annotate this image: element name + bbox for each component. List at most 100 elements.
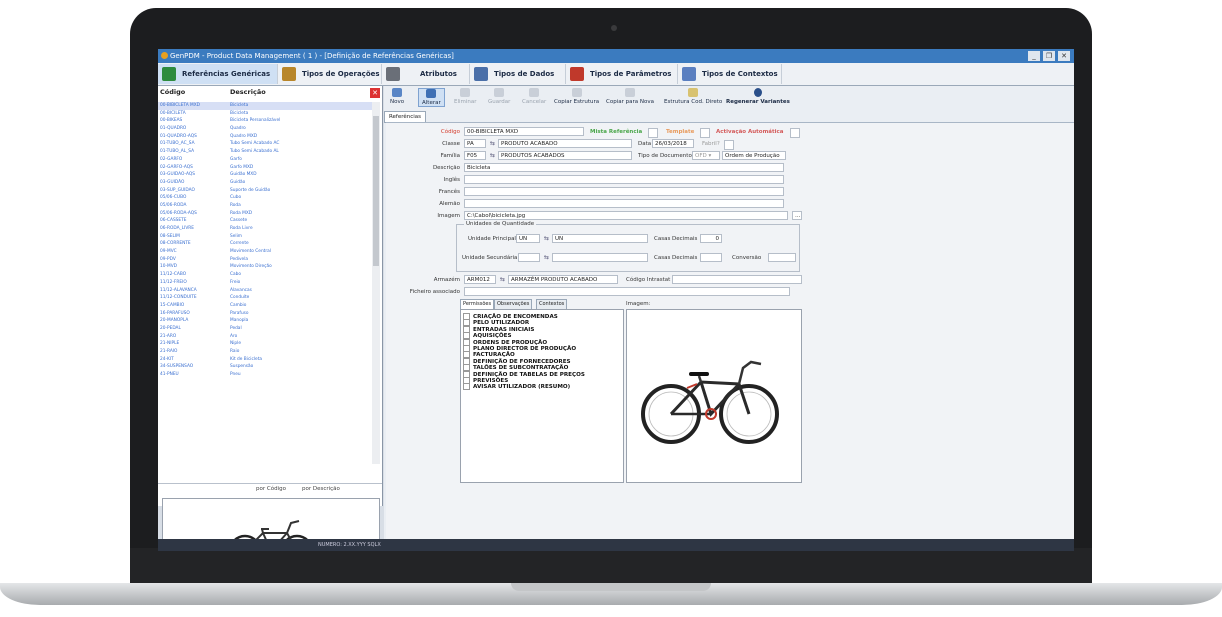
lookup-icon[interactable]: ⇆ xyxy=(488,140,497,148)
tab-tipos-operacoes[interactable]: Tipos de Operações xyxy=(278,64,382,84)
list-item[interactable]: 03-SUP_GUIDAO Suporte de Guidão xyxy=(158,187,372,195)
list-item[interactable]: 08-CORRENTE Corrente xyxy=(158,240,372,248)
list-item[interactable]: 02-GARFO Garfo xyxy=(158,156,372,164)
list-item[interactable]: 16-PARAFUSO Parafuso xyxy=(158,310,372,318)
copy-to-new-button[interactable]: Copiar para Nova xyxy=(606,88,654,105)
tab-referencias-genericas[interactable]: Referências Genéricas xyxy=(158,64,278,84)
list-item[interactable]: 11/12-ALAVANCA Alavancas xyxy=(158,287,372,295)
maximize-button[interactable]: ❐ xyxy=(1043,51,1055,61)
list-item[interactable]: 21-RAIO Raio xyxy=(158,348,372,356)
tab-tipos-parametros[interactable]: Tipos de Parâmetros xyxy=(566,64,678,84)
list-item[interactable]: 11/12-CABO Cabo xyxy=(158,271,372,279)
lookup-icon[interactable]: ⇆ xyxy=(542,235,551,243)
template-checkbox[interactable] xyxy=(700,128,710,138)
list-item[interactable]: 11/12-FREIO Freio xyxy=(158,279,372,287)
column-header-code[interactable]: Código xyxy=(160,88,185,96)
secondary-unit-field[interactable] xyxy=(518,253,540,262)
lookup-icon[interactable]: ⇆ xyxy=(488,152,497,160)
permission-item[interactable]: AVISAR UTILIZADOR (RESUMO) xyxy=(463,383,570,391)
family-code-field[interactable]: F05 xyxy=(464,151,486,160)
list-item[interactable]: 01-QUADRO Quadro xyxy=(158,125,372,133)
lookup-icon[interactable]: ⇆ xyxy=(498,276,507,284)
list-item[interactable]: 01-TUBO_AC_SA Tubo Semi Acabado AC xyxy=(158,140,372,148)
regenerate-variants-button[interactable]: Regenerar Variantes xyxy=(726,88,790,105)
code-field[interactable]: 00-BIBICLETA MXD xyxy=(464,127,584,136)
delete-button[interactable]: Eliminar xyxy=(454,88,477,105)
permission-checkbox[interactable] xyxy=(463,383,470,391)
copy-structure-button[interactable]: Copiar Estrutura xyxy=(554,88,599,105)
french-field[interactable] xyxy=(464,187,784,196)
list-item[interactable]: 09-MVC Movimento Central xyxy=(158,248,372,256)
warehouse-code-field[interactable]: ARM012 xyxy=(464,275,496,284)
scrollbar-thumb[interactable] xyxy=(373,116,379,266)
list-item[interactable]: 02-GARFO-AQS Garfo MXD xyxy=(158,164,372,172)
list-item[interactable]: 41-PNEU Pneu xyxy=(158,371,372,379)
lookup-icon[interactable]: ⇆ xyxy=(542,254,551,262)
image-path-field[interactable]: C:\Cabol\bicicleta.jpg xyxy=(464,211,788,220)
browse-image-button[interactable]: … xyxy=(792,211,802,220)
close-panel-icon[interactable]: ✕ xyxy=(370,88,380,98)
list-item[interactable]: 08-SELIM Selim xyxy=(158,233,372,241)
cancel-button[interactable]: Cancelar xyxy=(522,88,546,105)
english-field[interactable] xyxy=(464,175,784,184)
edit-icon xyxy=(426,89,437,98)
item-description: Cubo xyxy=(230,195,242,201)
list-item[interactable]: 05/06-CUBO Cubo xyxy=(158,194,372,202)
tab-label: Tipos de Parâmetros xyxy=(590,70,672,78)
new-button[interactable]: Novo xyxy=(390,88,404,105)
date-field[interactable]: 26/03/2018 xyxy=(652,139,694,148)
list-item[interactable]: 21-NIPLE Niple xyxy=(158,340,372,348)
conversion-field[interactable] xyxy=(768,253,796,262)
list-item[interactable]: 20-MANOPLA Manopla xyxy=(158,317,372,325)
decimal-places-field[interactable]: 0 xyxy=(700,234,722,243)
intrastat-code-field[interactable] xyxy=(672,275,802,284)
description-field[interactable]: Bicicleta xyxy=(464,163,784,172)
conversion-label: Conversão xyxy=(732,255,762,261)
sort-by-description-button[interactable]: por Descrição xyxy=(302,486,340,492)
save-button[interactable]: Guardar xyxy=(488,88,510,105)
list-item[interactable]: 11/12-CONDUITE Conduíte xyxy=(158,294,372,302)
attached-file-field[interactable] xyxy=(464,287,790,296)
list-item[interactable]: 01-TUBO_AL_SA Tubo Semi Acabado AL xyxy=(158,148,372,156)
tab-tipos-contextos[interactable]: Tipos de Contextos xyxy=(678,64,782,84)
item-code: 00-BIBICLETA MXD xyxy=(160,103,200,108)
close-button[interactable]: ✕ xyxy=(1058,51,1070,61)
list-item[interactable]: 00-BICILETA Bicicleta xyxy=(158,110,372,118)
item-description: Manopla xyxy=(230,318,249,324)
list-item[interactable]: 05/06-RODA Roda xyxy=(158,202,372,210)
list-item[interactable]: 24-KIT Kit de Bicicleta xyxy=(158,356,372,364)
list-item[interactable]: 34-SUSPENSAO Suspensão xyxy=(158,363,372,371)
list-scrollbar[interactable] xyxy=(372,102,380,464)
primary-unit-field[interactable]: UN xyxy=(516,234,540,243)
sort-by-code-button[interactable]: por Código xyxy=(256,486,286,492)
auto-activation-checkbox[interactable] xyxy=(790,128,800,138)
column-header-description[interactable]: Descrição xyxy=(230,88,266,96)
fabril-checkbox[interactable] xyxy=(724,140,734,150)
list-item[interactable]: 06-RODA_LIVRE Roda Livre xyxy=(158,225,372,233)
minimize-button[interactable]: _ xyxy=(1028,51,1040,61)
save-icon xyxy=(494,88,505,97)
list-item[interactable]: 09-PDV Pedivela xyxy=(158,256,372,264)
list-item[interactable]: 20-PEDAL Pedal xyxy=(158,325,372,333)
document-type-code-field[interactable]: OFD ▾ xyxy=(692,151,720,160)
tab-atributos[interactable]: Atributos xyxy=(382,64,470,84)
list-item[interactable]: 21-ARO Aro xyxy=(158,333,372,341)
secondary-decimal-places-field[interactable] xyxy=(700,253,722,262)
list-item[interactable]: 00-BIKEAS Bicicleta Personalizável xyxy=(158,117,372,125)
item-code: 34-SUSPENSAO xyxy=(160,364,194,370)
list-item[interactable]: 05/06-RODA-AQS Roda MXD xyxy=(158,210,372,218)
mixed-reference-checkbox[interactable] xyxy=(648,128,658,138)
list-item[interactable]: 06-CASSETE Cassete xyxy=(158,217,372,225)
list-item[interactable]: 03-GUIDAO-AQS Guidão MXD xyxy=(158,171,372,179)
list-item[interactable]: 15-CAMBIO Cambio xyxy=(158,302,372,310)
permissions-list: CRIAÇÃO DE ENCOMENDAS PELO UTILIZADOR ENTR… xyxy=(460,309,624,483)
edit-button[interactable]: Alterar xyxy=(418,88,445,107)
list-item[interactable]: 10-MVD Movimento Direção xyxy=(158,263,372,271)
tab-tipos-dados[interactable]: Tipos de Dados xyxy=(470,64,566,84)
direct-code-structure-button[interactable]: Estrutura Cod. Direto xyxy=(664,88,722,105)
list-item[interactable]: 01-QUADRO-AQS Quadro MXD xyxy=(158,133,372,141)
class-code-field[interactable]: PA xyxy=(464,139,486,148)
list-item[interactable]: 03-GUIDÃO Guidão xyxy=(158,179,372,187)
list-item[interactable]: 00-BIBICLETA MXD Bicicleta xyxy=(158,102,372,110)
german-field[interactable] xyxy=(464,199,784,208)
